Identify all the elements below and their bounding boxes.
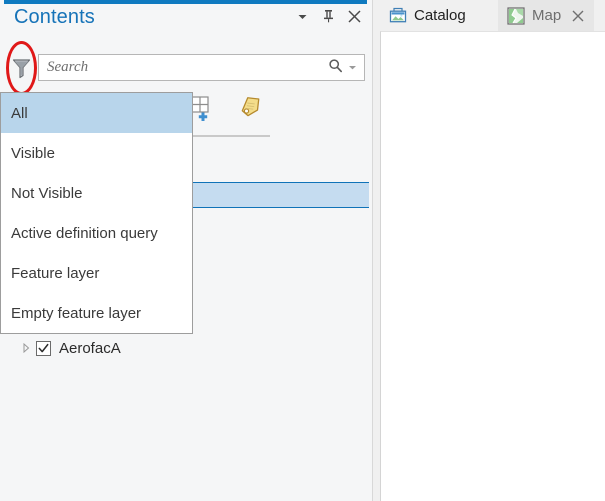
table-row[interactable]: AerofacA <box>0 336 369 360</box>
layer-name-label: AerofacA <box>59 340 121 357</box>
menu-item-label: All <box>11 105 28 122</box>
document-tab-strip: Catalog Map <box>373 0 605 31</box>
menu-item-label: Not Visible <box>11 185 82 202</box>
tab-map[interactable]: Map <box>498 0 594 31</box>
tab-close-icon[interactable] <box>571 9 585 23</box>
menu-item-label: Feature layer <box>11 265 99 282</box>
menu-item-active-definition-query[interactable]: Active definition query <box>1 213 192 253</box>
document-area: Catalog Map <box>373 0 605 501</box>
close-icon[interactable] <box>346 8 362 24</box>
tab-label: Map <box>532 7 561 24</box>
pane-accent-bar <box>4 0 367 4</box>
filter-funnel-button[interactable] <box>9 56 33 80</box>
menu-item-empty-feature-layer[interactable]: Empty feature layer <box>1 293 192 333</box>
funnel-filter-icon <box>11 57 32 79</box>
page-title: Contents <box>14 6 95 29</box>
menu-item-not-visible[interactable]: Not Visible <box>1 173 192 213</box>
search-box[interactable] <box>38 54 365 81</box>
menu-item-label: Visible <box>11 145 55 162</box>
search-input[interactable] <box>39 59 328 76</box>
menu-item-label: Active definition query <box>11 225 158 242</box>
menu-item-visible[interactable]: Visible <box>1 133 192 173</box>
labeling-button[interactable] <box>234 94 264 124</box>
yellow-label-tag-icon <box>234 94 264 124</box>
layer-visibility-checkbox[interactable] <box>36 341 51 356</box>
pane-window-controls <box>294 8 362 24</box>
auto-hide-pin-icon[interactable] <box>320 8 336 24</box>
expand-chevron-right-icon[interactable] <box>20 342 32 354</box>
tab-catalog[interactable]: Catalog <box>381 0 474 31</box>
tab-label: Catalog <box>414 7 466 24</box>
menu-item-all[interactable]: All <box>1 93 192 133</box>
pane-menu-dropdown-icon[interactable] <box>294 8 310 24</box>
search-icon[interactable] <box>328 58 343 78</box>
map-thumbnail-icon <box>507 7 525 25</box>
search-options-chevron-down-icon[interactable] <box>348 59 357 77</box>
map-canvas[interactable] <box>380 31 605 501</box>
contents-pane: Contents <box>0 0 373 501</box>
catalog-briefcase-icon <box>389 7 407 25</box>
filter-dropdown-menu: All Visible Not Visible Active definitio… <box>0 92 193 334</box>
menu-item-label: Empty feature layer <box>11 305 141 322</box>
menu-item-feature-layer[interactable]: Feature layer <box>1 253 192 293</box>
